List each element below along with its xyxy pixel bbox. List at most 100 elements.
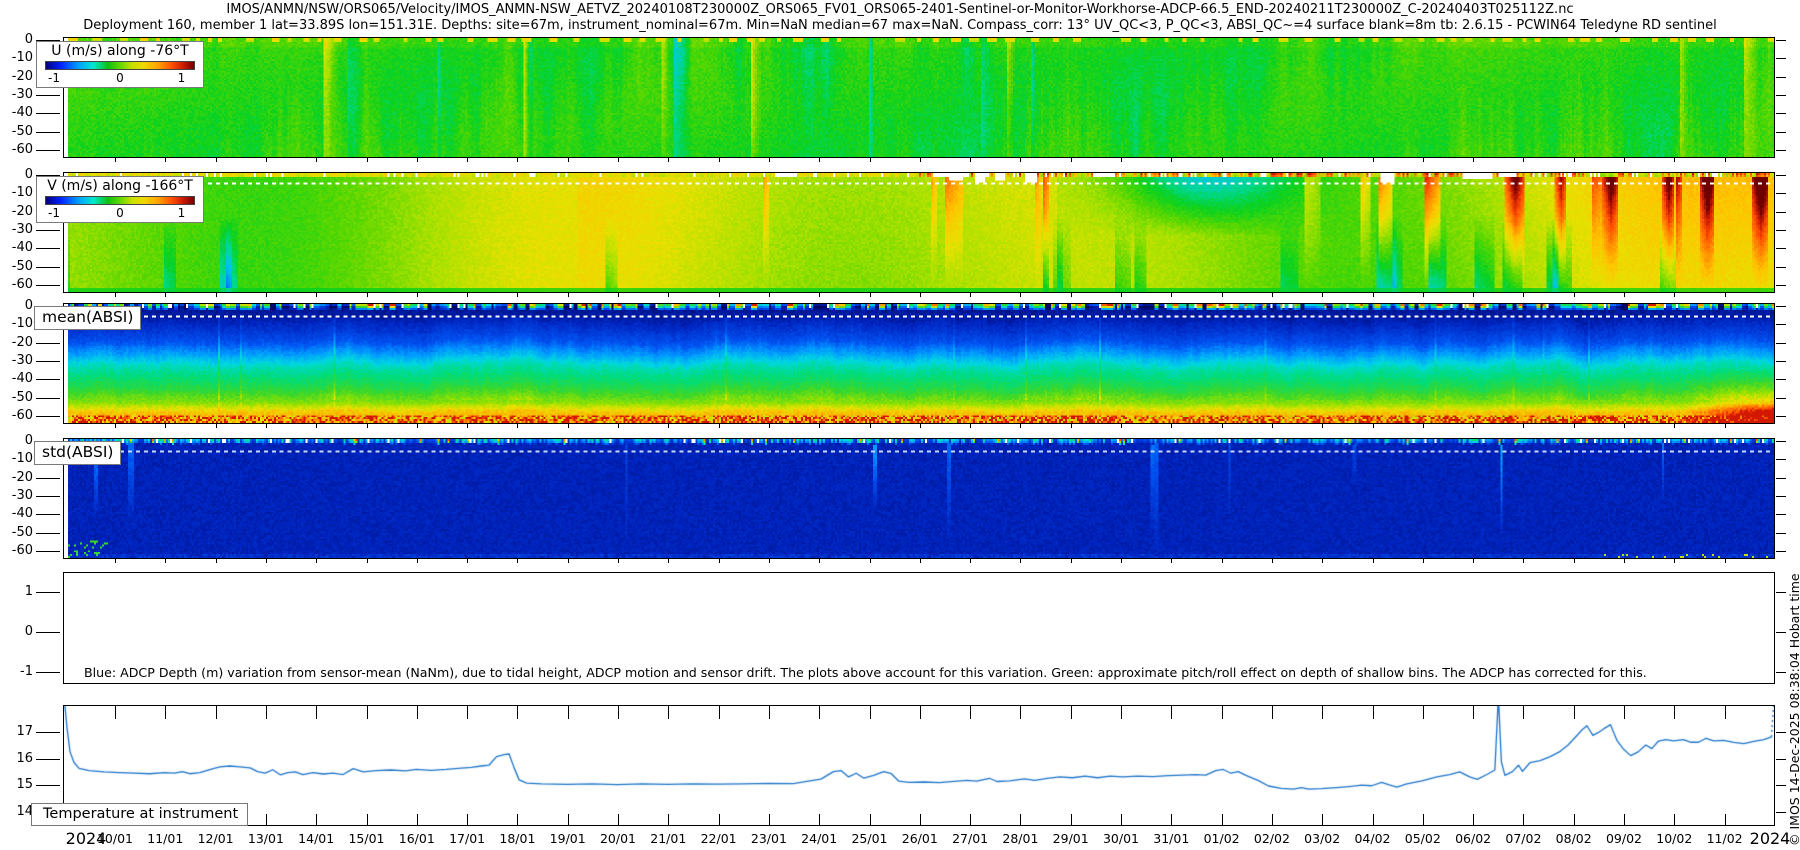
y-tick-mark [1776,759,1786,760]
y-tick-mark [36,95,60,96]
y-tick-label: -20 [0,69,33,84]
v-legend-title: V (m/s) along -166°T [37,178,203,195]
x-tick-mark [1322,706,1323,719]
y-tick-mark [1776,732,1786,733]
x-tick-mark [1473,706,1474,719]
x-tick-mark [568,706,569,719]
x-tick-mark [668,559,669,563]
x-tick-mark [1322,424,1323,428]
y-tick-label: -40 [0,506,33,521]
x-tick-mark [819,424,820,428]
x-tick-mark [1373,424,1374,428]
x-tick-mark [1272,293,1273,297]
y-tick-label: 17 [0,724,33,739]
x-tick-mark [1423,158,1424,162]
y-tick-mark [1776,441,1786,442]
x-tick-label: 11/01 [147,831,183,846]
y-tick-label: 0 [0,298,33,313]
v-velocity-heatmap [64,173,1774,292]
y-tick-label: -20 [0,335,33,350]
x-tick-mark [417,158,418,162]
v-colorbar-legend: V (m/s) along -166°T -1 0 1 [36,176,204,223]
y-tick-mark [1776,343,1786,344]
u-colorbar-ticks: -1 0 1 [45,71,195,85]
y-tick-mark [1776,324,1786,325]
x-tick-mark [367,814,368,825]
x-tick-mark [1222,158,1223,162]
x-tick-mark [1725,158,1726,162]
x-tick-mark [769,158,770,162]
x-tick-mark [920,293,921,297]
x-tick-mark [367,158,368,162]
x-tick-mark [1523,424,1524,428]
x-tick-label: 14/01 [298,831,334,846]
y-tick-label: -50 [0,525,33,540]
x-tick-mark [1725,293,1726,297]
x-tick-mark [1121,706,1122,719]
x-tick-mark [467,706,468,719]
y-tick-mark [36,514,60,515]
x-tick-mark [1473,293,1474,297]
x-tick-mark [568,424,569,428]
x-tick-mark [1020,424,1021,428]
x-tick-mark [1171,293,1172,297]
y-tick-mark [1776,150,1786,151]
x-tick-mark [1574,706,1575,719]
y-tick-label: -30 [0,87,33,102]
y-tick-label: -50 [0,390,33,405]
x-tick-label: 26/01 [902,831,938,846]
x-tick-mark [1624,706,1625,719]
x-tick-mark [1423,814,1424,825]
x-tick-label: 12/01 [198,831,234,846]
x-tick-mark [115,559,116,563]
x-tick-mark [870,814,871,825]
v-colorbar-ticks: -1 0 1 [45,206,195,220]
y-tick-mark [36,150,60,151]
x-tick-mark [1373,293,1374,297]
x-tick-mark [1020,559,1021,563]
x-tick-mark [1171,158,1172,162]
x-tick-mark [1071,814,1072,825]
x-tick-mark [819,814,820,825]
x-tick-mark [870,424,871,428]
x-tick-mark [819,293,820,297]
x-tick-mark [618,293,619,297]
y-tick-label: -40 [0,371,33,386]
y-tick-mark [1776,632,1786,633]
x-tick-mark [1272,424,1273,428]
std-absi-heatmap [64,439,1774,558]
x-tick-mark [316,814,317,825]
x-tick-mark [467,559,468,563]
x-axis-year-right: 2024 [1750,829,1791,848]
x-tick-mark [1121,424,1122,428]
y-tick-mark [1776,478,1786,479]
x-tick-label: 04/02 [1354,831,1390,846]
x-tick-mark [870,293,871,297]
x-tick-mark [618,706,619,719]
x-tick-mark [165,559,166,563]
x-tick-label: 10/01 [97,831,133,846]
x-tick-mark [266,293,267,297]
y-tick-label: -30 [0,222,33,237]
x-tick-mark [1523,706,1524,719]
y-tick-mark [36,632,60,633]
y-tick-label: -50 [0,124,33,139]
x-tick-mark [1423,293,1424,297]
x-tick-mark [417,706,418,719]
y-tick-label: -50 [0,259,33,274]
x-tick-label: 15/01 [348,831,384,846]
x-tick-mark [266,158,267,162]
x-tick-mark [517,706,518,719]
y-tick-mark [1776,77,1786,78]
y-tick-mark [1776,533,1786,534]
x-tick-label: 11/02 [1707,831,1743,846]
x-tick-mark [1020,706,1021,719]
x-tick-mark [1423,559,1424,563]
y-tick-label: 14 [0,804,33,819]
x-tick-mark [165,424,166,428]
x-tick-mark [769,706,770,719]
x-tick-label: 25/01 [851,831,887,846]
x-tick-mark [1071,293,1072,297]
y-tick-mark [1776,416,1786,417]
x-tick-mark [1272,814,1273,825]
